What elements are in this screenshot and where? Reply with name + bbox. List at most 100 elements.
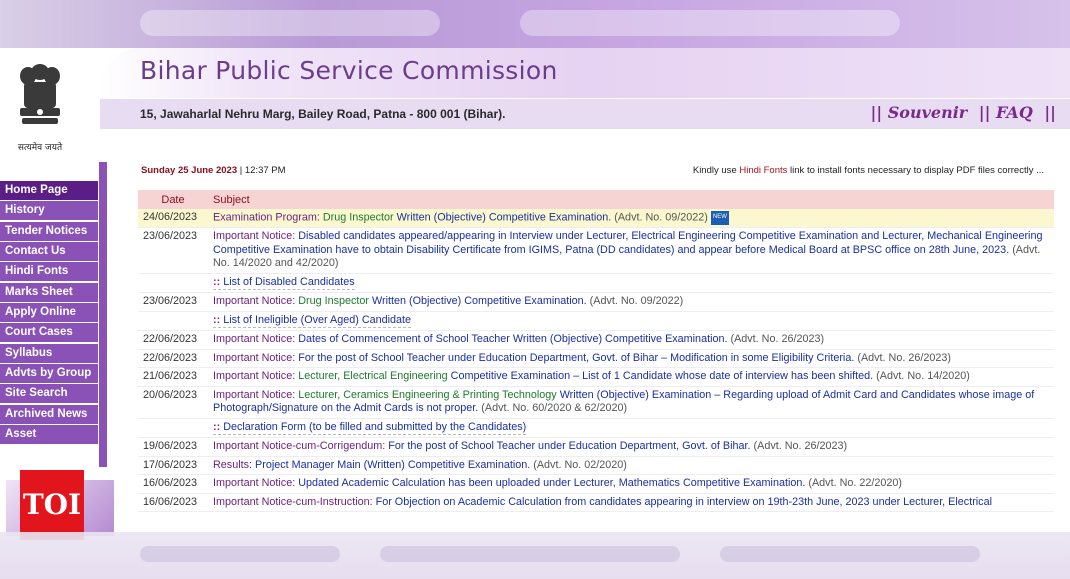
link-separator: || [1044,103,1056,122]
notice-link[interactable]: For the post of School Teacher under Edu… [388,440,750,452]
nav-court-cases[interactable]: Court Cases [0,323,98,343]
dateline-separator: | [237,165,245,176]
notice-link[interactable]: For the post of School Teacher under Edu… [298,352,854,364]
address-text: 15, Jawaharlal Nehru Marg, Bailey Road, … [140,107,506,121]
row-date: 19/06/2023 [138,437,208,457]
notice-label: Important Notice: [213,295,299,308]
top-links: || Souvenir || FAQ || [865,103,1056,122]
souvenir-link[interactable]: || Souvenir [871,103,968,122]
nav-rail [99,162,107,467]
notice-label: Important Notice-cum-Corrigendum: [213,440,389,453]
bottom-blur-strip [0,532,1070,579]
font-note-suffix: link to install fonts necessary to displ… [787,165,1044,176]
nav-archived-news[interactable]: Archived News [0,404,98,424]
notice-link[interactable]: Competitive Examination – List of 1 Cand… [451,370,874,382]
table-subrow: :: Declaration Form (to be filled and su… [138,418,1054,439]
current-time: 12:37 PM [244,165,286,176]
empty-date-cell [138,418,208,439]
notice-link[interactable]: Dates of Commencement of School Teacher … [298,333,727,345]
notice-link[interactable]: Written (Objective) Competitive Examinat… [397,212,612,224]
notice-label: Important Notice-cum-Instruction: [213,495,376,508]
sub-link-cell: :: Declaration Form (to be filled and su… [208,418,1054,439]
notice-link[interactable]: Project Manager Main (Written) Competiti… [255,459,530,471]
advt-number: (Advt. No. 26/2023) [727,333,825,346]
notice-post-name[interactable]: Lecturer, Electrical Engineering [298,370,450,382]
notice-link[interactable]: For Objection on Academic Calculation fr… [376,496,992,508]
row-date: 16/06/2023 [138,474,208,494]
notice-link[interactable]: Disabled candidates appeared/appearing i… [213,230,1042,256]
row-subject: Important Notice: Disabled candidates ap… [208,227,1054,274]
row-date: 20/06/2023 [138,386,208,419]
notice-label: Results: [213,458,256,471]
site-title: Bihar Public Service Commission [140,56,558,85]
advt-number: (Advt. No. 26/2023) [750,440,848,453]
notice-post-name[interactable]: Lecturer, Ceramics Engineering & Printin… [298,389,559,401]
advt-number: (Advt. No. 26/2023) [854,351,951,364]
row-subject: Important Notice-cum-Instruction: For Ob… [208,493,1054,513]
bullet-icon: :: [213,420,224,433]
row-subject: Important Notice: Drug Inspector Written… [208,292,1054,312]
row-date: 24/06/2023 [138,209,208,229]
sub-link-wrap: :: List of Disabled Candidates [213,276,355,291]
dateline: Sunday 25 June 2023 | 12:37 PM [141,165,286,176]
table-row: 16/06/2023 Important Notice-cum-Instructi… [138,493,1054,513]
sub-link-cell: :: List of Disabled Candidates [208,273,1054,294]
nav-syllabus[interactable]: Syllabus [0,343,98,363]
notice-label: Important Notice: [213,351,299,364]
row-subject: Important Notice-cum-Corrigendum: For th… [208,437,1054,457]
row-subject: Important Notice: Lecturer, Electrical E… [208,367,1054,387]
nav-hindi-fonts[interactable]: Hindi Fonts [0,262,98,282]
table-row: 22/06/2023 Important Notice: Dates of Com… [138,330,1054,350]
emblem-caption: सत्यमेव जयते [17,143,63,153]
table-row: 20/06/2023 Important Notice: Lecturer, Ce… [138,386,1054,419]
header-date: Date [138,190,208,209]
hindi-fonts-link[interactable]: Hindi Fonts [739,165,787,176]
advt-number: (Advt. No. 09/2022) [611,211,708,224]
nav-home-page[interactable]: Home Page [0,181,98,200]
left-navigation: Home Page History Tender Notices Contact… [0,181,98,459]
blur-shape [380,546,680,562]
table-row: 23/06/2023 Important Notice: Disabled can… [138,227,1054,274]
table-row: 22/06/2023 Important Notice: For the post… [138,349,1054,369]
table-row: 21/06/2023 Important Notice: Lecturer, El… [138,367,1054,387]
bullet-icon: :: [213,275,224,288]
row-subject: Important Notice: Dates of Commencement … [208,330,1054,350]
row-date: 16/06/2023 [138,493,208,513]
nav-site-search[interactable]: Site Search [0,384,98,404]
toi-watermark-logo: TOI [20,470,84,540]
nav-history[interactable]: History [0,201,98,221]
sub-document-link[interactable]: List of Ineligible (Over Aged) Candidate [223,314,411,326]
nav-apply-online[interactable]: Apply Online [0,303,98,323]
font-note: Kindly use Hindi Fonts link to install f… [693,165,1044,176]
table-row: 23/06/2023 Important Notice: Drug Inspect… [138,292,1054,312]
sub-link-wrap: :: Declaration Form (to be filled and su… [213,420,527,436]
row-date: 17/06/2023 [138,456,208,476]
table-subrow: :: List of Ineligible (Over Aged) Candid… [138,311,1054,332]
nav-tender-notices[interactable]: Tender Notices [0,221,98,241]
row-date: 23/06/2023 [138,227,208,274]
notice-post-name[interactable]: Drug Inspector [298,295,372,307]
sub-link-cell: :: List of Ineligible (Over Aged) Candid… [208,311,1054,332]
nav-marks-sheet[interactable]: Marks Sheet [0,282,98,302]
nav-advts-by-group[interactable]: Advts by Group [0,364,98,384]
sub-document-link[interactable]: Declaration Form (to be filled and submi… [223,421,526,433]
notice-link[interactable]: Updated Academic Calculation has been up… [298,477,805,489]
notice-label: Important Notice: [213,477,299,490]
national-emblem-icon [20,64,60,124]
row-subject: Important Notice: For the post of School… [208,349,1054,369]
advt-number: (Advt. No. 22/2020) [805,477,902,490]
notice-label: Examination Program: [213,211,323,224]
sub-document-link[interactable]: List of Disabled Candidates [223,276,354,288]
notice-label: Important Notice: [213,333,299,346]
nav-contact-us[interactable]: Contact Us [0,242,98,262]
advt-number: (Advt. No. 14/2020) [873,370,970,383]
sub-link-wrap: :: List of Ineligible (Over Aged) Candid… [213,314,412,329]
advt-number: (Advt. No. 09/2022) [586,295,684,308]
blur-shape [140,10,440,36]
faq-link[interactable]: || FAQ [979,103,1033,122]
notice-link[interactable]: Written (Objective) Competitive Examinat… [372,295,587,307]
notice-post-name[interactable]: Drug Inspector [323,212,397,224]
nav-asset-declaration[interactable]: Asset Declaration [0,425,98,459]
table-row: 16/06/2023 Important Notice: Updated Acad… [138,474,1054,494]
font-note-prefix: Kindly use [692,165,740,176]
